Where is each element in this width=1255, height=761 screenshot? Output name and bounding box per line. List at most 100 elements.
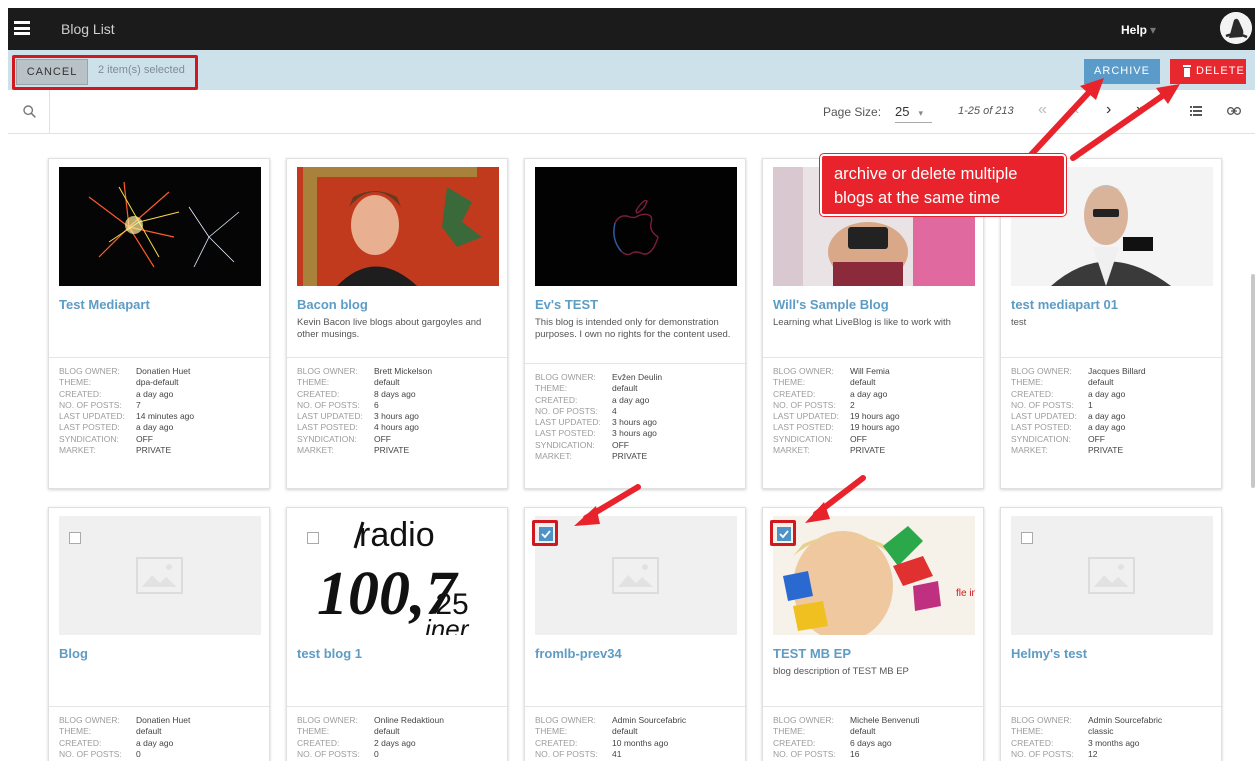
logo-text: iner <box>425 614 470 635</box>
image-placeholder <box>535 516 737 635</box>
meta-posts: 6 <box>374 399 379 410</box>
last-page-button[interactable]: » <box>1136 101 1145 119</box>
scrollbar[interactable] <box>1251 274 1255 488</box>
meta-label: Last posted: <box>535 428 596 439</box>
meta-label: Blog owner: <box>535 372 596 382</box>
check-icon <box>541 530 551 539</box>
first-page-button[interactable]: « <box>1038 101 1047 119</box>
blog-title[interactable]: test mediapart 01 <box>1011 297 1118 312</box>
list-view-icon[interactable] <box>1190 106 1202 116</box>
meta-created: 8 days ago <box>374 388 416 399</box>
meta-label: Syndication: <box>535 439 595 450</box>
image-text: fle indi <box>956 588 975 599</box>
blog-title[interactable]: Ev's TEST <box>535 297 598 312</box>
page-title: Blog List <box>61 21 115 37</box>
meta-theme: default <box>850 726 876 737</box>
prev-page-button[interactable]: ‹ <box>1074 101 1079 119</box>
blog-card[interactable]: radio 100,7 .25 iner test blog 1 Blog ow… <box>286 507 509 761</box>
blog-meta: Blog owner: Michele Benvenuti Theme: defau… <box>763 706 985 760</box>
selection-bar: CANCEL 2 item(s) selected ARCHIVE DELETE <box>8 50 1255 90</box>
blog-card[interactable]: Bacon blog Kevin Bacon live blogs about … <box>286 158 509 489</box>
next-page-button[interactable]: › <box>1106 101 1111 119</box>
blog-card[interactable]: Ev's TEST This blog is intended only for… <box>524 158 747 489</box>
image-placeholder-icon <box>136 557 183 594</box>
meta-label: Last updated: <box>535 417 601 428</box>
meta-posted: a day ago <box>136 422 174 433</box>
search-icon <box>23 105 36 118</box>
search-button[interactable] <box>8 90 50 134</box>
meta-label: Created: <box>535 737 578 748</box>
hamburger-menu-icon[interactable] <box>14 21 30 35</box>
meta-label: Theme: <box>535 726 568 737</box>
link-icon[interactable] <box>1227 107 1241 115</box>
blog-title[interactable]: Helmy's test <box>1011 646 1087 661</box>
selected-checkbox[interactable] <box>532 520 558 546</box>
meta-label: No. of posts: <box>1011 399 1074 410</box>
meta-label: Market: <box>59 445 96 456</box>
blog-description: This blog is intended only for demonstra… <box>535 317 731 340</box>
blog-title[interactable]: fromlb-prev34 <box>535 646 622 661</box>
meta-posts: 7 <box>136 399 141 410</box>
blog-title[interactable]: Bacon blog <box>297 297 368 312</box>
meta-label: Blog owner: <box>1011 366 1072 376</box>
meta-updated: 14 minutes ago <box>136 411 195 422</box>
meta-label: Theme: <box>59 377 92 388</box>
meta-syndication: OFF <box>136 433 153 444</box>
blog-title[interactable]: Will's Sample Blog <box>773 297 889 312</box>
meta-created: a day ago <box>136 737 174 748</box>
blog-title[interactable]: TEST MB EP <box>773 646 851 661</box>
dropdown-icon: ▾ <box>918 108 923 118</box>
selected-checkbox[interactable] <box>770 520 796 546</box>
top-bar: Blog List Help ▾ <box>8 8 1255 50</box>
trash-icon <box>1183 65 1191 77</box>
meta-label: Market: <box>297 445 334 456</box>
select-checkbox[interactable] <box>1021 532 1033 544</box>
meta-label: Syndication: <box>1011 433 1071 444</box>
meta-owner: Online Redaktioun <box>374 715 444 725</box>
meta-syndication: OFF <box>612 439 629 450</box>
meta-owner: Evžen Deulin <box>612 372 663 382</box>
meta-label: Last posted: <box>1011 422 1072 433</box>
annotation-line: blogs at the same time <box>834 189 1000 207</box>
meta-created: a day ago <box>612 394 650 405</box>
page-size-select[interactable]: 25 ▾ <box>895 104 932 123</box>
blog-card[interactable]: Blog Blog owner: Donatien Huet Theme: defa… <box>48 507 271 761</box>
meta-created: 10 months ago <box>612 737 669 748</box>
meta-label: Blog owner: <box>773 715 834 725</box>
help-label: Help <box>1121 23 1148 37</box>
blog-card[interactable]: Helmy's test Blog owner: Admin Sourcefabr… <box>1000 507 1223 761</box>
blog-meta: Blog owner: Admin Sourcefabric Theme: defa… <box>525 706 747 760</box>
archive-button[interactable]: ARCHIVE <box>1084 59 1160 84</box>
meta-market: PRIVATE <box>136 445 172 456</box>
meta-theme: default <box>374 726 400 737</box>
meta-label: Last updated: <box>1011 411 1077 422</box>
blog-meta: Blog owner: Evžen Deulin Theme: default Cr… <box>525 363 747 462</box>
meta-label: Theme: <box>59 726 92 737</box>
select-checkbox[interactable] <box>69 532 81 544</box>
meta-owner: Will Femia <box>850 366 890 376</box>
meta-owner: Brett Mickelson <box>374 366 433 376</box>
annotation-line: archive or delete multiple <box>834 165 1018 183</box>
select-checkbox[interactable] <box>307 532 319 544</box>
blog-title[interactable]: test blog 1 <box>297 646 362 661</box>
blog-card[interactable]: fromlb-prev34 Blog owner: Admin Sourcefab… <box>524 507 747 761</box>
help-menu[interactable]: Help ▾ <box>1121 23 1156 37</box>
blog-title[interactable]: Blog <box>59 646 88 661</box>
blog-card[interactable]: fle indi TEST MB EP blog description of … <box>762 507 985 761</box>
meta-label: Created: <box>773 737 816 748</box>
meta-label: No. of posts: <box>297 399 360 410</box>
meta-owner: Michele Benvenuti <box>850 715 920 725</box>
meta-posted: a day ago <box>1088 422 1126 433</box>
blog-description: blog description of TEST MB EP <box>773 666 909 677</box>
meta-updated: a day ago <box>1088 411 1126 422</box>
blog-title[interactable]: Test Mediapart <box>59 297 150 312</box>
meta-market: PRIVATE <box>374 445 410 456</box>
blog-card[interactable]: Test Mediapart Blog owner: Donatien Huet … <box>48 158 271 489</box>
meta-label: Market: <box>1011 445 1048 456</box>
delete-button[interactable]: DELETE <box>1170 59 1246 84</box>
page-size-value: 25 <box>895 104 910 119</box>
meta-created: 3 months ago <box>1088 737 1140 748</box>
user-avatar[interactable] <box>1220 12 1252 44</box>
meta-label: Last posted: <box>297 422 358 433</box>
cancel-button[interactable]: CANCEL <box>16 59 88 85</box>
